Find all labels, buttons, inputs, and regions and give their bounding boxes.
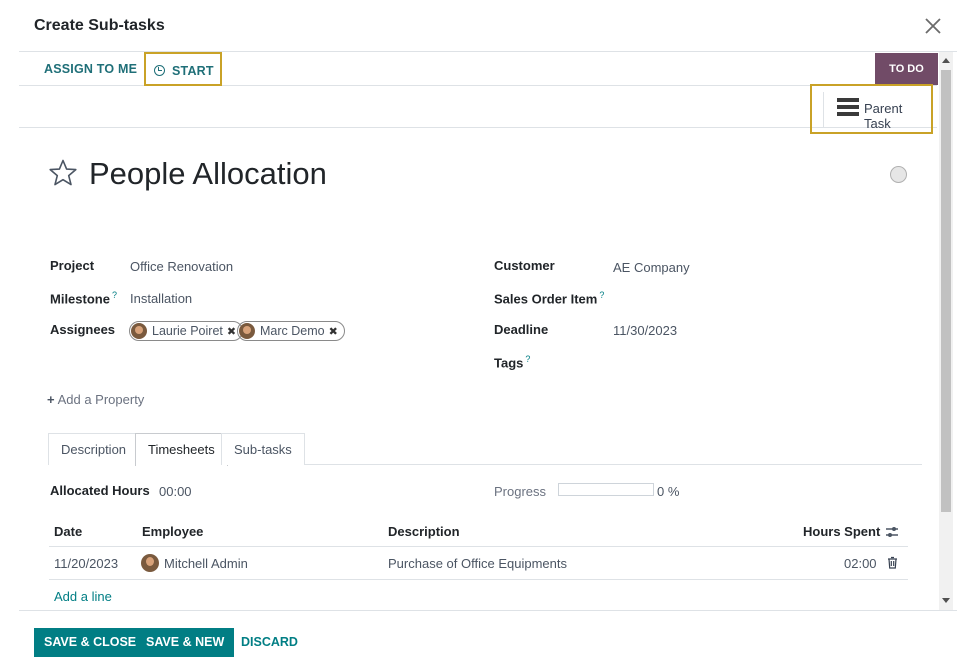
row-date: 11/20/2023 bbox=[54, 556, 119, 571]
column-date[interactable]: Date bbox=[54, 524, 82, 539]
assignee-tag: Marc Demo ✖ bbox=[237, 321, 345, 341]
row-description: Purchase of Office Equipments bbox=[388, 556, 567, 571]
task-name-input[interactable]: People Allocation bbox=[89, 156, 327, 192]
close-icon[interactable] bbox=[922, 15, 944, 37]
project-label: Project bbox=[50, 258, 95, 273]
avatar bbox=[239, 323, 255, 339]
progress-label: Progress bbox=[494, 484, 547, 499]
vertical-scrollbar[interactable] bbox=[939, 52, 953, 610]
plus-icon: + bbox=[47, 392, 55, 407]
customer-field[interactable]: AE Company bbox=[613, 260, 690, 275]
column-hours-spent[interactable]: Hours Spent bbox=[803, 524, 880, 539]
stage-todo-button[interactable]: TO DO bbox=[875, 53, 938, 85]
divider bbox=[823, 92, 824, 128]
start-label: START bbox=[172, 64, 214, 78]
task-state-circle[interactable] bbox=[890, 166, 907, 183]
dialog-footer: SAVE & CLOSE SAVE & NEW DISCARD bbox=[19, 610, 957, 671]
discard-button[interactable]: DISCARD bbox=[231, 628, 308, 657]
create-subtasks-dialog: Create Sub-tasks ASSIGN TO ME START TO D… bbox=[19, 0, 957, 671]
timesheet-table-header: Date Employee Description Hours Spent bbox=[49, 516, 908, 547]
add-property-label: Add a Property bbox=[57, 392, 145, 407]
row-hours: 02:00 bbox=[844, 556, 877, 571]
help-tooltip-icon[interactable]: ? bbox=[525, 354, 530, 364]
assignee-tag: Laurie Poiret ✖ bbox=[129, 321, 244, 341]
scroll-down-icon[interactable] bbox=[942, 598, 950, 603]
start-button[interactable]: START bbox=[144, 52, 222, 86]
milestone-field[interactable]: Installation bbox=[130, 291, 192, 306]
save-close-button[interactable]: SAVE & CLOSE bbox=[34, 628, 147, 657]
table-row[interactable]: 11/20/2023 Mitchell Admin Purchase of Of… bbox=[49, 547, 908, 580]
project-field[interactable]: Office Renovation bbox=[130, 259, 233, 274]
trash-icon[interactable] bbox=[887, 556, 898, 569]
customer-label: Customer bbox=[494, 258, 555, 273]
milestone-label-text: Milestone bbox=[50, 291, 110, 307]
help-tooltip-icon[interactable]: ? bbox=[112, 290, 117, 300]
tab-sub-tasks[interactable]: Sub-tasks bbox=[221, 433, 305, 465]
allocated-hours-field[interactable]: 00:00 bbox=[159, 484, 192, 499]
clock-icon bbox=[154, 65, 165, 76]
dialog-body: ASSIGN TO ME START TO DO Parent Task Peo… bbox=[19, 52, 957, 610]
parent-task-icon bbox=[837, 98, 859, 116]
sales-order-item-label: Sales Order Item? bbox=[494, 290, 604, 306]
allocated-hours-label: Allocated Hours bbox=[50, 483, 150, 498]
add-line-link[interactable]: Add a line bbox=[54, 589, 112, 604]
star-icon[interactable] bbox=[48, 158, 78, 188]
dialog-title: Create Sub-tasks bbox=[34, 17, 165, 34]
milestone-label: Milestone? bbox=[50, 290, 117, 306]
status-bar: ASSIGN TO ME START TO DO bbox=[19, 52, 938, 86]
deadline-label: Deadline bbox=[494, 322, 549, 337]
tags-label-text: Tags bbox=[494, 355, 524, 371]
assign-to-me-button[interactable]: ASSIGN TO ME bbox=[44, 52, 137, 86]
remove-tag-icon[interactable]: ✖ bbox=[329, 326, 338, 338]
notebook-tabs: Description Timesheets Sub-tasks bbox=[48, 433, 922, 466]
avatar bbox=[141, 554, 159, 572]
save-new-button[interactable]: SAVE & NEW bbox=[136, 628, 235, 657]
assignee-name: Laurie Poiret bbox=[152, 324, 223, 338]
scroll-up-icon[interactable] bbox=[942, 58, 950, 63]
add-line-row: Add a line bbox=[49, 580, 908, 610]
tab-timesheets[interactable]: Timesheets bbox=[135, 433, 228, 466]
column-employee[interactable]: Employee bbox=[142, 524, 203, 539]
progress-value: 0 % bbox=[657, 484, 680, 499]
column-description[interactable]: Description bbox=[388, 524, 460, 539]
optional-columns-icon[interactable] bbox=[885, 525, 899, 539]
progress-bar bbox=[558, 483, 654, 496]
remove-tag-icon[interactable]: ✖ bbox=[227, 326, 236, 338]
parent-task-button[interactable]: Parent Task bbox=[810, 84, 933, 134]
parent-task-label: Parent Task bbox=[864, 101, 903, 131]
deadline-field[interactable]: 11/30/2023 bbox=[613, 323, 677, 338]
dialog-header: Create Sub-tasks bbox=[19, 0, 957, 52]
add-property-button[interactable]: + Add a Property bbox=[47, 392, 144, 407]
row-employee: Mitchell Admin bbox=[164, 556, 248, 571]
smart-button-box: Parent Task bbox=[19, 84, 937, 134]
assignees-label: Assignees bbox=[50, 322, 116, 337]
avatar bbox=[131, 323, 147, 339]
help-tooltip-icon[interactable]: ? bbox=[599, 290, 604, 300]
sales-order-item-label-text: Sales Order Item bbox=[494, 291, 598, 307]
tags-label: Tags? bbox=[494, 354, 530, 370]
tab-description[interactable]: Description bbox=[48, 433, 140, 465]
scroll-thumb[interactable] bbox=[941, 70, 951, 512]
assignee-name: Marc Demo bbox=[260, 324, 325, 338]
